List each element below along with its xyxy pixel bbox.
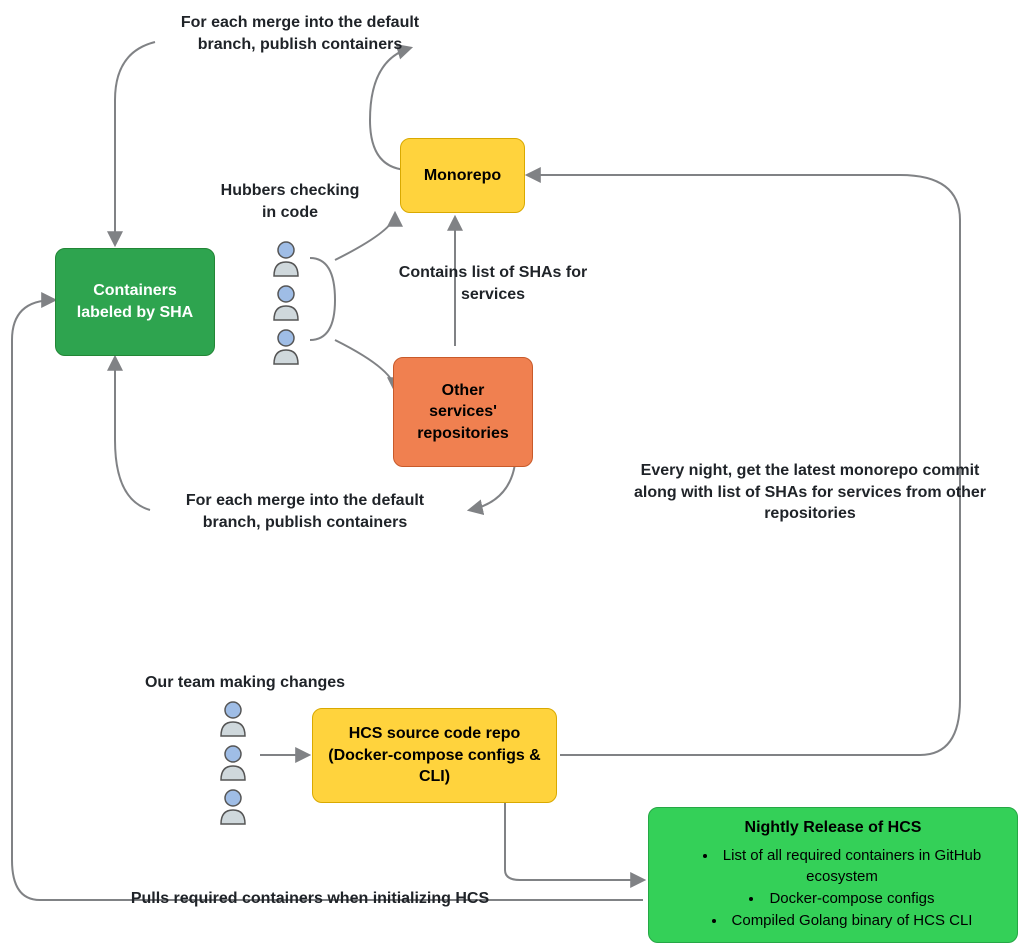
- node-containers: Containers labeled by SHA: [55, 248, 215, 356]
- person-icon: [218, 744, 248, 782]
- team-people: [215, 700, 251, 826]
- node-containers-label: Containers labeled by SHA: [70, 280, 200, 323]
- nightly-item-2: Compiled Golang binary of HCS CLI: [685, 911, 999, 931]
- edge-hcs-to-nightly: [505, 802, 643, 880]
- person-icon: [271, 240, 301, 278]
- label-merge-bottom: For each merge into the default branch, …: [160, 490, 450, 533]
- node-nightly-release: Nightly Release of HCS List of all requi…: [648, 807, 1018, 943]
- nightly-list: List of all required containers in GitHu…: [667, 844, 999, 933]
- node-other-repos: Other services' repositories: [393, 357, 533, 467]
- person-icon: [218, 700, 248, 738]
- label-merge-top: For each merge into the default branch, …: [160, 12, 440, 55]
- label-every-night: Every night, get the latest monorepo com…: [625, 460, 995, 525]
- nightly-item-1: Docker-compose configs: [685, 889, 999, 909]
- edge-hubbers-brace: [310, 258, 335, 340]
- person-icon: [271, 284, 301, 322]
- label-team-changes: Our team making changes: [130, 672, 360, 694]
- edge-nightly-to-containers: [12, 300, 643, 900]
- node-monorepo: Monorepo: [400, 138, 525, 213]
- person-icon: [271, 328, 301, 366]
- diagram-canvas: Containers labeled by SHA Monorepo Other…: [0, 0, 1024, 947]
- label-shas: Contains list of SHAs for services: [398, 262, 588, 305]
- node-hcs-repo-label: HCS source code repo (Docker-compose con…: [327, 723, 542, 788]
- nightly-item-0: List of all required containers in GitHu…: [685, 846, 999, 887]
- node-other-repos-label: Other services' repositories: [408, 380, 518, 445]
- hubbers-people: [268, 240, 304, 366]
- nightly-title: Nightly Release of HCS: [745, 817, 922, 839]
- edge-merge-to-containers: [115, 42, 155, 244]
- label-pulls-required: Pulls required containers when initializ…: [95, 888, 525, 910]
- edge-merge-bottom-to-containers: [115, 358, 150, 510]
- node-monorepo-label: Monorepo: [424, 165, 501, 187]
- label-hubbers: Hubbers checking in code: [215, 180, 365, 223]
- edge-hubbers-to-otherrepos: [335, 340, 395, 390]
- person-icon: [218, 788, 248, 826]
- node-hcs-repo: HCS source code repo (Docker-compose con…: [312, 708, 557, 803]
